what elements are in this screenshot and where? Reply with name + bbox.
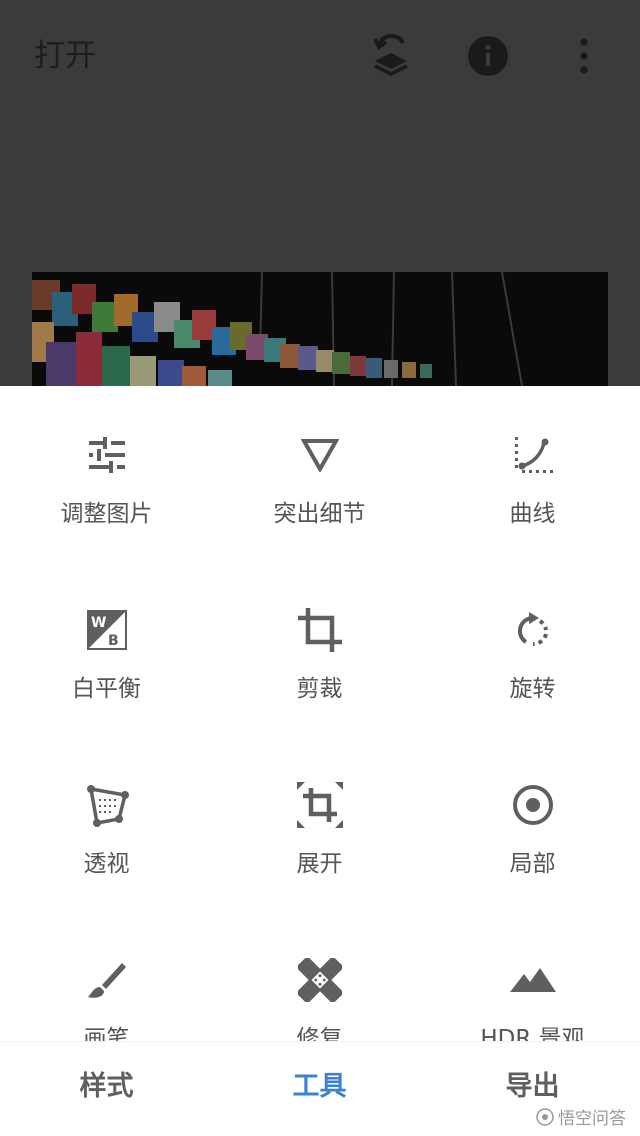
- layers-undo-button[interactable]: [366, 30, 416, 82]
- tool-white-balance[interactable]: W B 白平衡: [0, 561, 213, 736]
- tool-label: 透视: [83, 851, 130, 877]
- tool-perspective[interactable]: 透视: [0, 736, 213, 911]
- tool-hdr-landscape[interactable]: HDR 景观: [426, 911, 639, 1041]
- tool-label: 调整图片: [60, 501, 153, 527]
- expand-icon: [296, 781, 344, 829]
- tool-curves[interactable]: 曲线: [426, 386, 639, 561]
- hdr-landscape-icon: [509, 956, 557, 1004]
- tool-rotate[interactable]: 旋转: [426, 561, 639, 736]
- curves-icon: [509, 431, 557, 479]
- photo-preview: [32, 272, 608, 386]
- svg-text:W: W: [91, 615, 106, 631]
- tool-selective[interactable]: 局部: [426, 736, 639, 911]
- tool-label: 修复: [296, 1026, 343, 1041]
- more-options-button[interactable]: [559, 30, 609, 82]
- watermark-logo-icon: [536, 1107, 554, 1126]
- tab-tools[interactable]: 工具: [213, 1069, 426, 1105]
- tab-styles[interactable]: 样式: [0, 1069, 213, 1105]
- tool-brush[interactable]: 画笔: [0, 911, 213, 1041]
- crop-icon: [296, 606, 344, 654]
- tool-healing[interactable]: 修复: [213, 911, 426, 1041]
- more-vert-icon: [580, 38, 588, 74]
- tool-details[interactable]: 突出细节: [213, 386, 426, 561]
- healing-icon: [296, 956, 344, 1004]
- tool-label: 突出细节: [273, 501, 366, 527]
- app-bar: 打开: [0, 0, 640, 112]
- selective-icon: [509, 781, 557, 829]
- tool-label: 展开: [296, 851, 343, 877]
- tab-export[interactable]: 导出: [426, 1069, 639, 1105]
- tool-label: 旋转: [509, 676, 556, 702]
- perspective-icon: [83, 781, 131, 829]
- tool-label: 剪裁: [296, 676, 343, 702]
- tool-label: 局部: [509, 851, 556, 877]
- details-triangle-icon: [296, 431, 344, 479]
- svg-text:B: B: [108, 633, 119, 649]
- info-button[interactable]: [463, 30, 513, 82]
- tool-crop[interactable]: 剪裁: [213, 561, 426, 736]
- tune-sliders-icon: [83, 431, 131, 479]
- watermark: 悟空问答: [536, 1104, 626, 1129]
- tool-label: 曲线: [509, 501, 556, 527]
- info-icon: [468, 36, 508, 76]
- open-button[interactable]: 打开: [34, 36, 96, 76]
- tool-tune-image[interactable]: 调整图片: [0, 386, 213, 561]
- tool-label: 白平衡: [72, 676, 141, 702]
- tools-sheet: 调整图片 突出细节 曲线 W B 白平衡 剪裁 旋转 透视 展开 局部 画笔 修…: [0, 386, 640, 1041]
- layers-undo-icon: [373, 33, 408, 76]
- rotate-icon: [509, 606, 557, 654]
- tool-label: HDR 景观: [480, 1026, 585, 1041]
- watermark-text: 悟空问答: [558, 1109, 626, 1129]
- tool-expand[interactable]: 展开: [213, 736, 426, 911]
- white-balance-icon: W B: [83, 606, 131, 654]
- brush-icon: [83, 956, 131, 1004]
- tool-label: 画笔: [83, 1026, 130, 1041]
